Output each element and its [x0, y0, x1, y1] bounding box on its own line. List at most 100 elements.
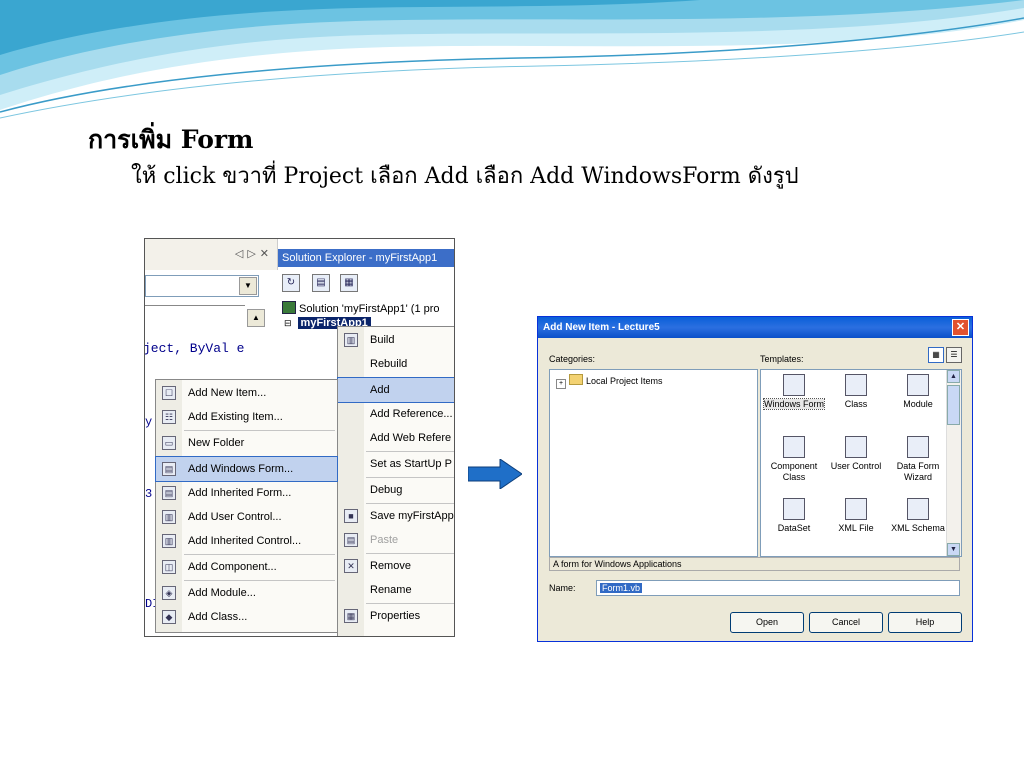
- menu-item-new-folder[interactable]: ▭ New Folder: [156, 431, 337, 455]
- category-local-project-items[interactable]: + Local Project Items: [556, 374, 663, 389]
- menu-item-label: Rename: [370, 584, 412, 596]
- component-class-icon: [783, 436, 805, 458]
- slide-subtitle: ให้ click ขวาที่ Project เลือก Add เลือก…: [131, 164, 799, 189]
- menu-item-add-windows-form[interactable]: ▤ Add Windows Form...: [155, 456, 338, 482]
- close-icon[interactable]: ✕: [952, 319, 969, 336]
- menu-item-add-module[interactable]: ◈ Add Module...: [156, 581, 337, 605]
- tree-item-solution[interactable]: Solution 'myFirstApp1' (1 pro: [282, 301, 440, 315]
- open-button[interactable]: Open: [730, 612, 804, 633]
- save-icon: ■: [344, 509, 358, 523]
- templates-label: Templates:: [760, 354, 804, 364]
- help-button[interactable]: Help: [888, 612, 962, 633]
- menu-item-add-component[interactable]: ◫ Add Component...: [156, 555, 337, 579]
- expand-icon[interactable]: +: [556, 379, 566, 389]
- menu-item-label: Add Class...: [188, 611, 248, 623]
- collapse-icon[interactable]: ⊟: [284, 318, 292, 328]
- name-label: Name:: [549, 583, 576, 593]
- add-submenu: ☐ Add New Item... ☷ Add Existing Item... ▭ Ne…: [155, 379, 338, 633]
- menu-item-add-inherited-form[interactable]: ▤ Add Inherited Form...: [156, 481, 337, 505]
- editor-tab-strip: ◁▷✕: [145, 239, 278, 270]
- class-icon: ◆: [162, 610, 176, 624]
- template-xml-file[interactable]: XML File: [825, 498, 887, 534]
- refresh-icon[interactable]: ↻: [282, 274, 300, 292]
- template-label: Component Class: [770, 461, 818, 482]
- module-icon: ◈: [162, 586, 176, 600]
- menu-item-label: Remove: [370, 560, 411, 572]
- menu-item-debug[interactable]: Debug: [338, 478, 454, 502]
- template-label: XML Schema: [891, 523, 945, 533]
- menu-item-build[interactable]: ▥ Build: [338, 328, 454, 352]
- module-icon: [907, 374, 929, 396]
- folder-icon: [569, 374, 583, 385]
- user-control-icon: ▥: [162, 510, 176, 524]
- template-description: A form for Windows Applications: [549, 557, 960, 571]
- menu-item-remove[interactable]: ✕ Remove: [338, 554, 454, 578]
- menu-item-label: New Folder: [188, 437, 245, 449]
- solution-icon: [282, 301, 296, 314]
- menu-item-label: Properties: [370, 610, 421, 622]
- template-xml-schema[interactable]: XML Schema: [887, 498, 949, 534]
- xml-file-icon: [845, 498, 867, 520]
- editor-tab-controls[interactable]: ◁▷✕: [235, 247, 273, 260]
- windows-form-icon: ▤: [162, 462, 176, 476]
- menu-item-set-as-startup-p[interactable]: Set as StartUp P: [338, 452, 454, 476]
- menu-item-rebuild[interactable]: Rebuild: [338, 352, 454, 376]
- menu-item-add-inherited-control[interactable]: ▥ Add Inherited Control...: [156, 529, 337, 553]
- template-module[interactable]: Module: [887, 374, 949, 410]
- menu-item-save-myfirstapp[interactable]: ■ Save myFirstApp: [338, 504, 454, 528]
- menu-item-add-web-refere[interactable]: Add Web Refere: [338, 426, 454, 450]
- menu-item-label: Add New Item...: [188, 387, 267, 399]
- menu-item-paste[interactable]: ▤ Paste: [338, 528, 454, 552]
- menu-item-add-user-control[interactable]: ▥ Add User Control...: [156, 505, 337, 529]
- properties-icon: ▦: [344, 609, 358, 623]
- scroll-down-icon[interactable]: ▼: [947, 543, 960, 556]
- name-input-value: Form1.vb: [600, 583, 643, 593]
- list-view-icon[interactable]: ☰: [946, 347, 962, 363]
- menu-item-add-class[interactable]: ◆ Add Class...: [156, 605, 337, 629]
- new-item-icon: ☐: [162, 386, 176, 400]
- categories-tree: + Local Project Items: [549, 369, 758, 557]
- method-combo[interactable]: ▼: [145, 275, 259, 297]
- add-new-item-dialog: Add New Item - Lecture5 ✕ Categories: Te…: [537, 316, 973, 642]
- user-control-icon: [845, 436, 867, 458]
- template-user-control[interactable]: User Control: [825, 436, 887, 472]
- menu-item-label: Add User Control...: [188, 511, 282, 523]
- code-line: ject, ByVal e: [144, 341, 245, 356]
- remove-icon: ✕: [344, 559, 358, 573]
- categories-label: Categories:: [549, 354, 596, 364]
- menu-item-add[interactable]: Add: [337, 377, 454, 403]
- menu-item-rename[interactable]: Rename: [338, 578, 454, 602]
- template-dataset[interactable]: DataSet: [763, 498, 825, 534]
- build-icon: ▥: [344, 333, 358, 347]
- menu-item-label: Set as StartUp P: [370, 458, 452, 470]
- right-arrow-icon: [468, 459, 522, 489]
- name-input[interactable]: Form1.vb: [596, 580, 960, 596]
- data-form-wizard-icon: [907, 436, 929, 458]
- class-icon: [845, 374, 867, 396]
- show-files-icon[interactable]: ▤: [312, 274, 330, 292]
- dataset-icon: [783, 498, 805, 520]
- template-data-form-wizard[interactable]: Data Form Wizard: [887, 436, 949, 483]
- template-label: User Control: [830, 461, 882, 471]
- chevron-down-icon[interactable]: ▼: [239, 277, 257, 295]
- menu-item-add-new-item[interactable]: ☐ Add New Item...: [156, 381, 337, 405]
- template-windows-form[interactable]: Windows Form: [762, 374, 826, 410]
- scroll-up-icon[interactable]: ▲: [247, 309, 265, 327]
- menu-item-label: Add Component...: [188, 561, 277, 573]
- properties-icon[interactable]: ▦: [340, 274, 358, 292]
- menu-item-label: Save myFirstApp: [370, 510, 454, 522]
- menu-item-label: Paste: [370, 534, 399, 546]
- cancel-button[interactable]: Cancel: [809, 612, 883, 633]
- menu-item-add-existing-item[interactable]: ☷ Add Existing Item...: [156, 405, 337, 429]
- template-class[interactable]: Class: [825, 374, 887, 410]
- menu-item-properties[interactable]: ▦ Properties: [338, 604, 454, 628]
- template-component-class[interactable]: Component Class: [763, 436, 825, 483]
- windows-form-icon: [783, 374, 805, 396]
- menu-item-add-reference[interactable]: Add Reference...: [338, 402, 454, 426]
- template-label: DataSet: [777, 523, 811, 533]
- menu-item-label: Add Inherited Control...: [188, 535, 302, 547]
- menu-item-label: Add Reference...: [370, 408, 453, 420]
- large-icons-view-icon[interactable]: ▦: [928, 347, 944, 363]
- folder-icon: ▭: [162, 436, 176, 450]
- menu-item-label: Debug: [370, 484, 403, 496]
